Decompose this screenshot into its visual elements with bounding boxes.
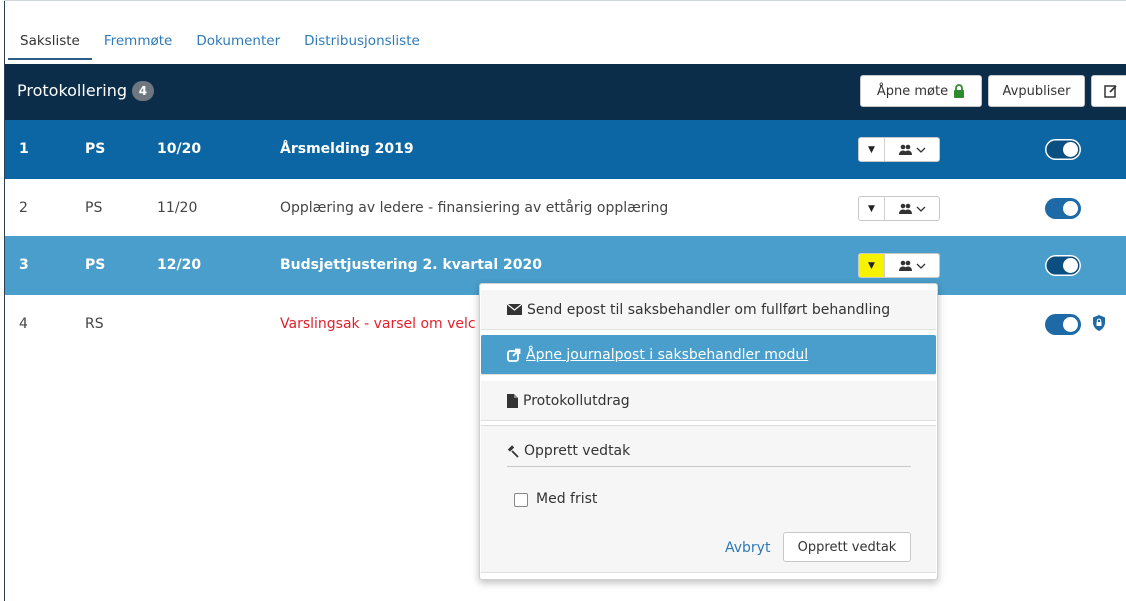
tab-saksliste[interactable]: Saksliste bbox=[8, 26, 92, 60]
open-meeting-label: Åpne møte bbox=[876, 83, 949, 99]
external-link-icon bbox=[507, 348, 521, 362]
row-case-number: 10/20 bbox=[157, 141, 202, 157]
row-number: 2 bbox=[19, 200, 28, 216]
edit-icon bbox=[1104, 84, 1118, 98]
gavel-icon bbox=[507, 444, 520, 458]
row-case-number: 11/20 bbox=[157, 200, 198, 216]
window-top-border bbox=[4, 0, 1126, 1]
create-decision-button[interactable]: Opprett vedtak bbox=[783, 532, 911, 562]
row-action-menu: Send epost til saksbehandler om fullført… bbox=[479, 283, 938, 580]
chevron-down-icon bbox=[916, 206, 926, 212]
page-title: Protokollering 4 bbox=[17, 81, 154, 101]
row-controls: ▼ bbox=[858, 253, 940, 278]
row-title[interactable]: Årsmelding 2019 bbox=[280, 120, 414, 179]
row-title[interactable]: Varslingsak - varsel om velc bbox=[280, 295, 476, 354]
row-type: PS bbox=[85, 200, 103, 216]
tab-bar: Saksliste Fremmøte Dokumenter Distribusj… bbox=[8, 26, 432, 60]
with-deadline-checkbox[interactable] bbox=[514, 493, 528, 507]
row-type: PS bbox=[85, 141, 106, 157]
page-title-text: Protokollering bbox=[17, 81, 127, 100]
table-row[interactable]: 2 PS 11/20 Opplæring av ledere - finansi… bbox=[5, 179, 1126, 238]
caret-down-icon: ▼ bbox=[868, 260, 875, 271]
with-deadline-label: Med frist bbox=[536, 491, 598, 507]
menu-item-send-email[interactable]: Send epost til saksbehandler om fullført… bbox=[481, 290, 936, 330]
publish-toggle[interactable] bbox=[1045, 139, 1081, 160]
menu-item-label: Send epost til saksbehandler om fullført… bbox=[527, 301, 891, 318]
group-dropdown[interactable] bbox=[885, 138, 939, 161]
envelope-icon bbox=[507, 304, 522, 315]
lock-icon bbox=[953, 84, 965, 98]
unpublish-label: Avpubliser bbox=[1002, 83, 1071, 99]
edit-button[interactable] bbox=[1091, 75, 1126, 107]
publish-toggle[interactable] bbox=[1045, 314, 1081, 335]
row-controls: ▼ bbox=[858, 137, 940, 162]
row-number: 1 bbox=[19, 141, 29, 157]
menu-item-open-journal[interactable]: Åpne journalpost i saksbehandler modul bbox=[481, 335, 936, 375]
row-controls: ▼ bbox=[858, 196, 940, 221]
chevron-down-icon bbox=[916, 263, 926, 269]
caret-down-icon: ▼ bbox=[868, 144, 875, 155]
publish-toggle[interactable] bbox=[1045, 198, 1081, 219]
caret-down-icon: ▼ bbox=[868, 203, 875, 214]
row-type: RS bbox=[85, 316, 104, 332]
shield-lock-icon bbox=[1092, 314, 1106, 336]
create-decision-section: Opprett vedtak Med frist Avbryt Opprett … bbox=[481, 425, 936, 573]
table-row[interactable]: 1 PS 10/20 Årsmelding 2019 ▼ bbox=[5, 120, 1126, 179]
cancel-link[interactable]: Avbryt bbox=[725, 540, 770, 556]
group-dropdown[interactable] bbox=[885, 254, 939, 277]
file-icon bbox=[507, 393, 518, 408]
count-badge: 4 bbox=[131, 81, 154, 101]
row-number: 3 bbox=[19, 257, 29, 273]
tab-dokumenter[interactable]: Dokumenter bbox=[184, 26, 292, 60]
row-menu-caret[interactable]: ▼ bbox=[859, 197, 885, 220]
tab-fremmote[interactable]: Fremmøte bbox=[92, 26, 185, 60]
row-menu-caret[interactable]: ▼ bbox=[859, 254, 885, 277]
row-case-number: 12/20 bbox=[157, 257, 202, 273]
menu-item-label: Protokollutdrag bbox=[523, 392, 630, 409]
divider bbox=[507, 466, 911, 467]
create-decision-title: Opprett vedtak bbox=[507, 443, 630, 459]
row-number: 4 bbox=[19, 316, 28, 332]
menu-item-label: Åpne journalpost i saksbehandler modul bbox=[526, 346, 809, 363]
group-dropdown[interactable] bbox=[885, 197, 939, 220]
row-title[interactable]: Opplæring av ledere - finansiering av et… bbox=[280, 179, 668, 238]
tab-distribusjonsliste[interactable]: Distribusjonsliste bbox=[292, 26, 432, 60]
meeting-header: Protokollering 4 Åpne møte Avpubliser bbox=[5, 64, 1126, 120]
row-type: PS bbox=[85, 257, 106, 273]
row-menu-caret[interactable]: ▼ bbox=[859, 138, 885, 161]
menu-item-protocol-extract[interactable]: Protokollutdrag bbox=[481, 381, 936, 421]
publish-toggle[interactable] bbox=[1045, 255, 1081, 276]
users-icon bbox=[898, 203, 914, 215]
open-meeting-button[interactable]: Åpne møte bbox=[860, 75, 982, 107]
users-icon bbox=[898, 144, 914, 156]
unpublish-button[interactable]: Avpubliser bbox=[988, 75, 1085, 107]
chevron-down-icon bbox=[916, 147, 926, 153]
users-icon bbox=[898, 260, 914, 272]
create-decision-title-text: Opprett vedtak bbox=[524, 443, 631, 459]
